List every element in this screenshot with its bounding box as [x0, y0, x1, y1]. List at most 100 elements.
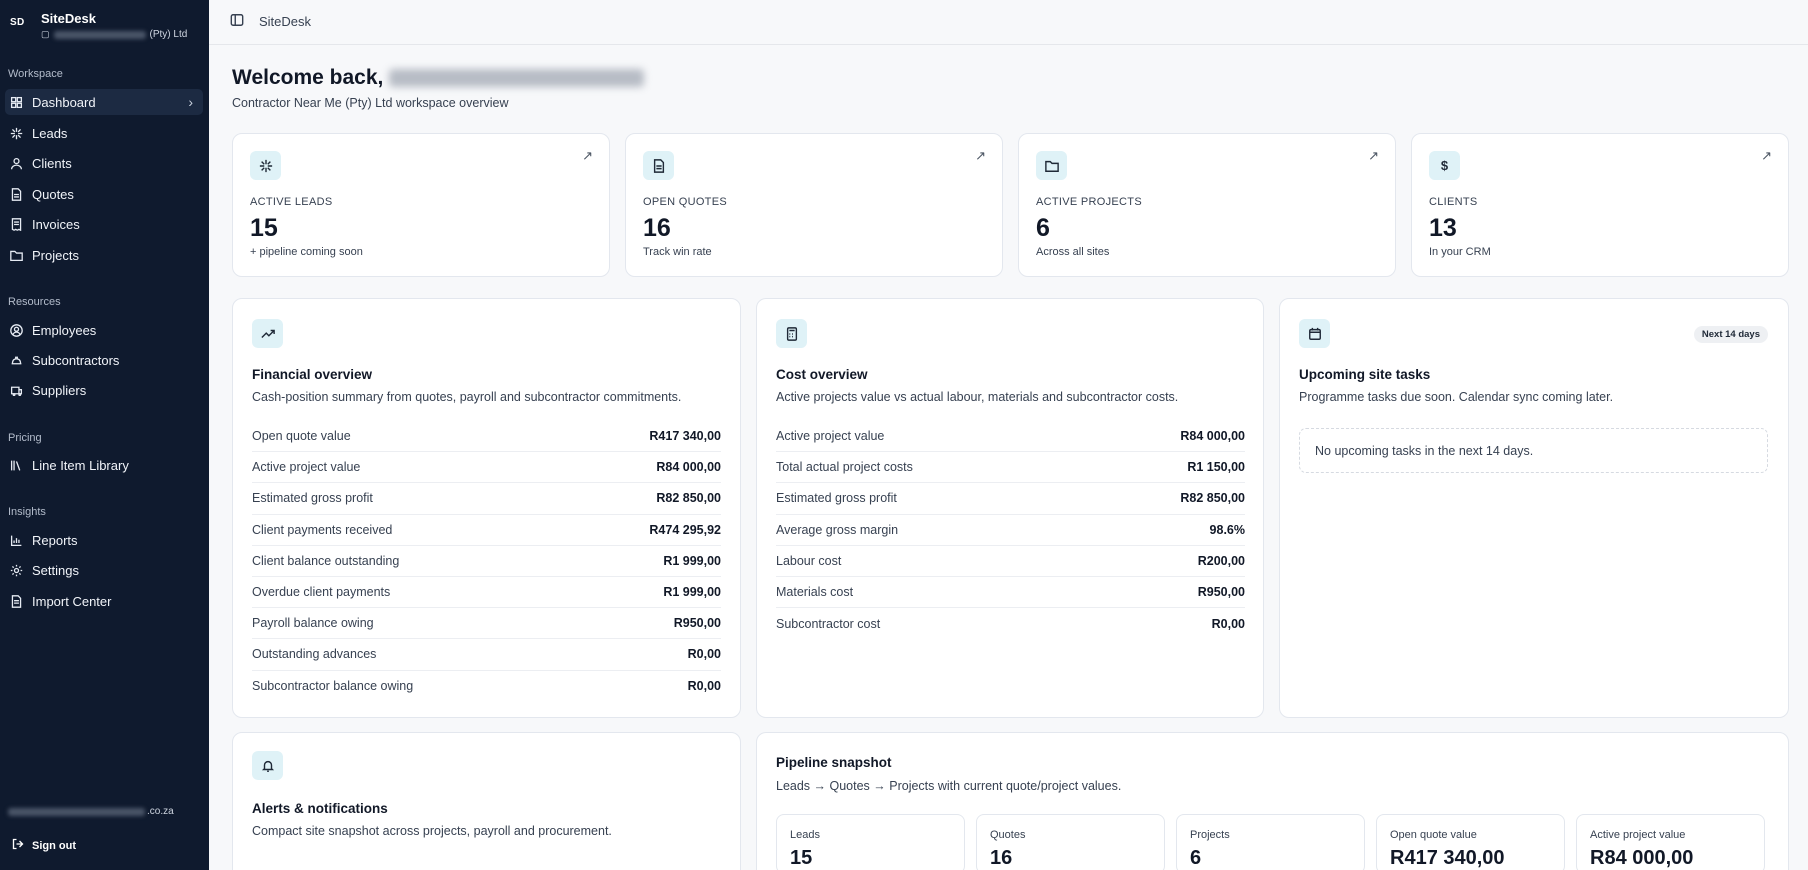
- section-pricing: Pricing: [8, 432, 42, 444]
- sidebar-item-line-item-library[interactable]: Line Item Library: [5, 452, 203, 478]
- arrow-up-right-icon[interactable]: ↗: [1368, 148, 1379, 164]
- sidebar-item-label: Settings: [32, 562, 79, 578]
- pipeline-card-leads[interactable]: Leads 15: [776, 814, 965, 870]
- bar-chart-icon: [8, 532, 24, 548]
- app-name: SiteDesk: [41, 11, 96, 26]
- brand-badge: SD: [10, 17, 25, 28]
- table-row: Subcontractor balance owing R0,00: [252, 679, 721, 694]
- table-row: Client payments received R474 295,92: [252, 515, 721, 546]
- user-icon: [8, 155, 24, 171]
- sidebar-item-import-center[interactable]: Import Center: [5, 588, 203, 614]
- stat-card-active-leads[interactable]: ↗ ACTIVE LEADS 15 + pipeline coming soon: [232, 133, 610, 277]
- mini-value: 6: [1190, 847, 1202, 869]
- table-row: Active project value R84 000,00: [776, 421, 1245, 453]
- pipeline-card-active-project-value[interactable]: Active project value R84 000,00: [1576, 814, 1765, 870]
- table-row: Labour cost R200,00: [776, 546, 1245, 577]
- panel-description: Compact site snapshot across projects, p…: [252, 824, 612, 838]
- sidebar-item-label: Projects: [32, 247, 79, 263]
- sidebar-item-label: Clients: [32, 155, 72, 171]
- pipeline-card-quotes[interactable]: Quotes 16: [976, 814, 1165, 870]
- page-subtitle: Contractor Near Me (Pty) Ltd workspace o…: [232, 96, 509, 110]
- sidebar-item-dashboard[interactable]: Dashboard ›: [5, 89, 203, 115]
- sparkle-icon: [8, 125, 24, 141]
- mini-label: Open quote value: [1390, 829, 1477, 841]
- user-circle-icon: [8, 322, 24, 338]
- welcome-text: Welcome back,: [232, 66, 384, 89]
- table-row: Open quote value R417 340,00: [252, 421, 721, 453]
- gear-icon: [8, 562, 24, 578]
- stat-label: ACTIVE LEADS: [250, 196, 333, 208]
- receipt-icon: [8, 216, 24, 232]
- table-row: Subcontractor cost R0,00: [776, 616, 1245, 631]
- alerts-panel: Alerts & notifications Compact site snap…: [232, 732, 741, 870]
- table-row: Materials cost R950,00: [776, 577, 1245, 609]
- bell-icon: [252, 751, 283, 780]
- arrow-up-right-icon[interactable]: ↗: [582, 148, 593, 164]
- panel-title: Financial overview: [252, 367, 373, 382]
- user-email: .co.za: [8, 806, 174, 817]
- pipeline-card-projects[interactable]: Projects 6: [1176, 814, 1365, 870]
- sidebar-item-projects[interactable]: Projects: [5, 242, 203, 268]
- sidebar-item-label: Employees: [32, 322, 97, 338]
- sidebar-item-quotes[interactable]: Quotes: [5, 181, 203, 207]
- mini-label: Projects: [1190, 829, 1230, 841]
- stat-card-open-quotes[interactable]: ↗ OPEN QUOTES 16 Track win rate: [625, 133, 1003, 277]
- hardhat-icon: [8, 352, 24, 368]
- library-icon: [8, 457, 24, 473]
- folder-icon: [8, 247, 24, 263]
- logout-icon: [12, 838, 24, 853]
- page-title: Welcome back,: [232, 66, 645, 90]
- sidebar-item-label: Suppliers: [32, 382, 87, 398]
- sidebar-item-employees[interactable]: Employees: [5, 317, 203, 343]
- sidebar-item-label: Subcontractors: [32, 352, 120, 368]
- sidebar-toggle-icon[interactable]: [230, 13, 244, 27]
- page-breadcrumb: SiteDesk: [259, 14, 312, 29]
- stat-note: In your CRM: [1429, 246, 1491, 258]
- arrow-up-right-icon[interactable]: ↗: [975, 148, 986, 164]
- chevron-right-icon: ›: [188, 94, 193, 110]
- sidebar-item-leads[interactable]: Leads: [5, 120, 203, 146]
- email-suffix: .co.za: [147, 806, 174, 817]
- stat-card-active-projects[interactable]: ↗ ACTIVE PROJECTS 6 Across all sites: [1018, 133, 1396, 277]
- folder-icon: [1036, 151, 1067, 180]
- table-row: Active project value R84 000,00: [252, 452, 721, 484]
- company-name: ▢ (Pty) Ltd: [41, 29, 187, 40]
- stat-value: 6: [1036, 214, 1050, 242]
- table-row: Estimated gross profit R82 850,00: [252, 483, 721, 515]
- stat-card-clients[interactable]: $ ↗ CLIENTS 13 In your CRM: [1411, 133, 1789, 277]
- panel-title: Upcoming site tasks: [1299, 367, 1431, 382]
- sidebar-item-suppliers[interactable]: Suppliers: [5, 377, 203, 403]
- trending-up-icon: [252, 319, 283, 348]
- panel-description: Programme tasks due soon. Calendar sync …: [1299, 390, 1614, 404]
- pipeline-snapshot-panel: Pipeline snapshot Leads → Quotes → Proje…: [756, 732, 1789, 870]
- panel-description: Active projects value vs actual labour, …: [776, 390, 1179, 404]
- mini-value: 15: [790, 847, 813, 869]
- pipeline-card-open-quote-value[interactable]: Open quote value R417 340,00: [1376, 814, 1565, 870]
- sidebar-item-label: Quotes: [32, 186, 74, 202]
- table-row: Estimated gross profit R82 850,00: [776, 483, 1245, 515]
- cost-rows: Active project value R84 000,00 Total act…: [776, 421, 1245, 639]
- stat-value: 15: [250, 214, 278, 242]
- financial-overview-panel: Financial overview Cash-position summary…: [232, 298, 741, 718]
- brand[interactable]: SD SiteDesk ▢ (Pty) Ltd: [0, 0, 209, 50]
- sidebar-item-subcontractors[interactable]: Subcontractors: [5, 347, 203, 373]
- sidebar-item-clients[interactable]: Clients: [5, 150, 203, 176]
- stat-note: Across all sites: [1036, 246, 1110, 258]
- stat-note: Track win rate: [643, 246, 712, 258]
- grid-icon: [8, 94, 24, 110]
- panel-description: Cash-position summary from quotes, payro…: [252, 390, 682, 404]
- panel-title: Pipeline snapshot: [776, 755, 892, 770]
- section-resources: Resources: [8, 296, 61, 308]
- sidebar-item-invoices[interactable]: Invoices: [5, 211, 203, 237]
- building-icon: ▢: [41, 29, 50, 39]
- sign-out-button[interactable]: Sign out: [12, 838, 76, 853]
- sparkle-icon: [250, 151, 281, 180]
- company-name-redacted: [53, 30, 146, 39]
- sidebar-item-reports[interactable]: Reports: [5, 527, 203, 553]
- arrow-up-right-icon[interactable]: ↗: [1761, 148, 1772, 164]
- stat-note: + pipeline coming soon: [250, 246, 363, 258]
- cost-overview-panel: Cost overview Active projects value vs a…: [756, 298, 1264, 718]
- sidebar-item-settings[interactable]: Settings: [5, 557, 203, 583]
- stat-label: ACTIVE PROJECTS: [1036, 196, 1142, 208]
- table-row: Payroll balance owing R950,00: [252, 608, 721, 640]
